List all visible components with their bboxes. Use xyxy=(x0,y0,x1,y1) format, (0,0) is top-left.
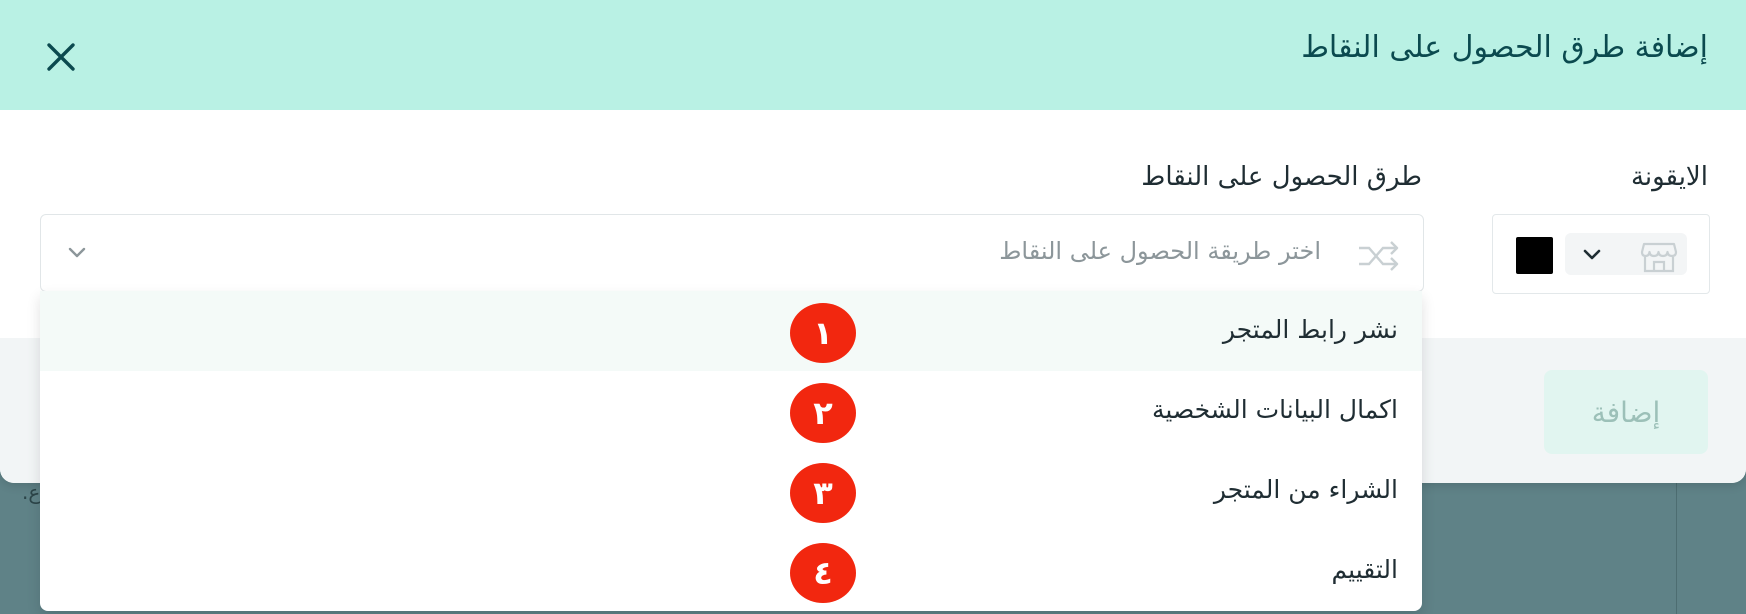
dropdown-option[interactable]: اكمال البيانات الشخصية ٢ xyxy=(40,371,1422,451)
chevron-down-icon xyxy=(68,247,86,258)
modal-header: إضافة طرق الحصول على النقاط xyxy=(0,0,1746,110)
option-number-badge: ٣ xyxy=(790,463,856,523)
add-button[interactable]: إضافة xyxy=(1544,370,1708,454)
dropdown-option[interactable]: التقييم ٤ xyxy=(40,531,1422,611)
close-icon xyxy=(47,43,75,71)
dropdown-option[interactable]: الشراء من المتجر ٣ xyxy=(40,451,1422,531)
methods-field-label: طرق الحصول على النقاط xyxy=(1141,162,1422,192)
points-method-dropdown: نشر رابط المتجر ١ اكمال البيانات الشخصية… xyxy=(40,291,1422,611)
option-number-badge: ٤ xyxy=(790,543,856,603)
points-method-select[interactable]: اختر طريقة الحصول على النقاط xyxy=(40,214,1424,292)
chevron-down-icon[interactable] xyxy=(1581,243,1603,265)
dropdown-option[interactable]: نشر رابط المتجر ١ xyxy=(40,291,1422,371)
color-swatch[interactable] xyxy=(1516,237,1553,274)
select-placeholder: اختر طريقة الحصول على النقاط xyxy=(999,237,1321,265)
option-number-badge: ٢ xyxy=(790,383,856,443)
modal-title: إضافة طرق الحصول على النقاط xyxy=(1301,30,1708,65)
option-label: نشر رابط المتجر xyxy=(1222,315,1398,344)
icon-picker xyxy=(1492,214,1710,294)
backdrop-divider xyxy=(1676,480,1677,614)
option-label: التقييم xyxy=(1331,555,1398,584)
option-number-badge: ١ xyxy=(790,303,856,363)
option-label: الشراء من المتجر xyxy=(1213,475,1398,504)
option-label: اكمال البيانات الشخصية xyxy=(1152,395,1398,424)
shuffle-icon xyxy=(1359,241,1399,271)
close-button[interactable] xyxy=(40,36,82,78)
backdrop-text-fragment: .ع xyxy=(22,480,41,504)
store-icon xyxy=(1640,242,1678,273)
icon-field-label: الايقونة xyxy=(1630,162,1708,192)
